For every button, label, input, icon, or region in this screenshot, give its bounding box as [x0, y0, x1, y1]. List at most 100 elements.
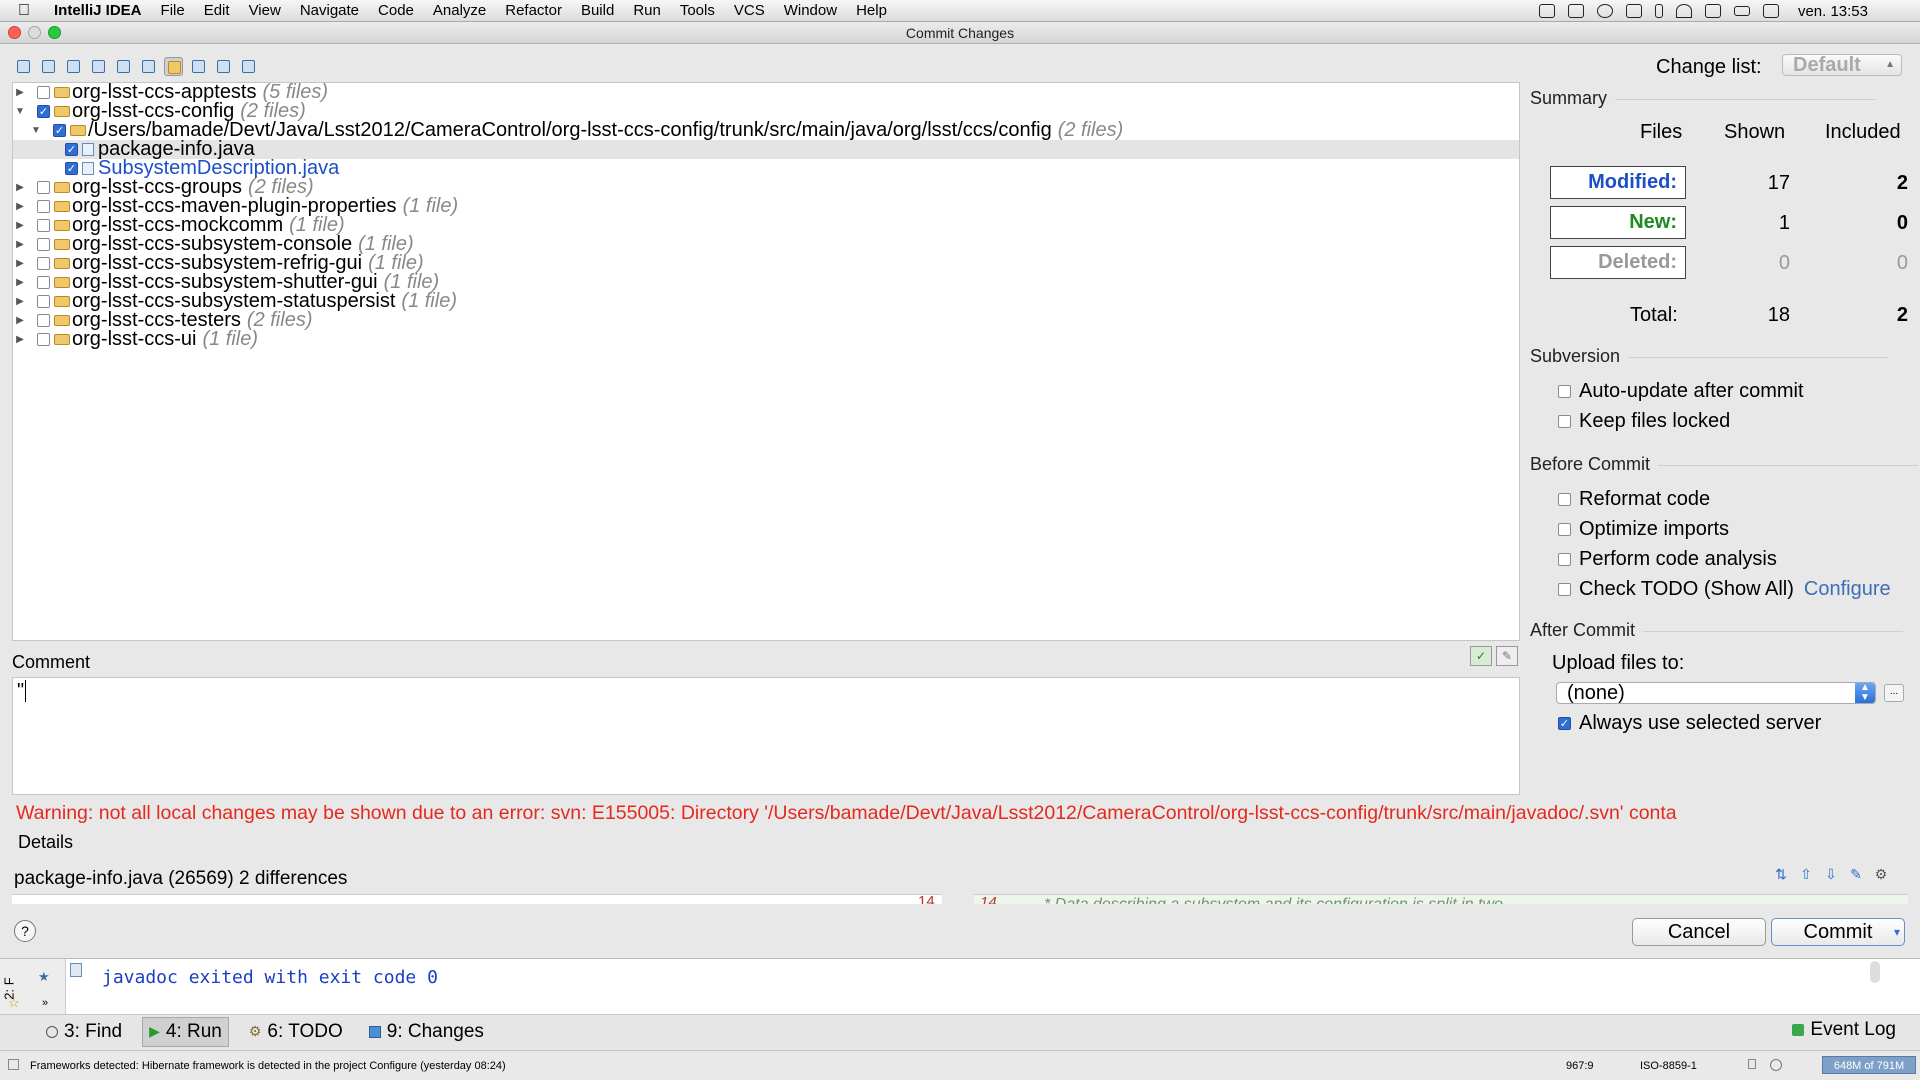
todo-option[interactable]: Check TODO (Show All) Configure	[1558, 578, 1891, 601]
expand-arrow-icon[interactable]: ▶	[15, 87, 25, 98]
keep-locked-option[interactable]: Keep files locked	[1558, 410, 1730, 433]
new-button[interactable]: New:	[1550, 206, 1686, 239]
row-checkbox[interactable]	[37, 238, 50, 251]
menu-vcs[interactable]: VCS	[734, 2, 765, 19]
keep-locked-checkbox[interactable]	[1558, 415, 1571, 428]
expand-arrow-icon[interactable]: ▶	[15, 315, 25, 326]
commit-message-input[interactable]: "	[12, 677, 1520, 795]
keyboard-icon[interactable]	[1762, 4, 1779, 18]
menu-app-name[interactable]: IntelliJ IDEA	[54, 2, 142, 19]
pin-icon[interactable]: ★	[38, 969, 50, 985]
row-checkbox[interactable]	[37, 314, 50, 327]
app-status-icon[interactable]	[1567, 4, 1584, 18]
menu-run[interactable]: Run	[633, 2, 661, 19]
zoom-window-button[interactable]	[48, 26, 61, 39]
commit-message-history-icon[interactable]: ✓	[1470, 646, 1492, 666]
minimize-window-button[interactable]	[28, 26, 41, 39]
expand-arrow-icon[interactable]: ▶	[15, 220, 25, 231]
wifi-icon[interactable]	[1675, 4, 1692, 18]
reformat-checkbox[interactable]	[1558, 493, 1571, 506]
menu-view[interactable]: View	[249, 2, 281, 19]
menu-refactor[interactable]: Refactor	[505, 2, 562, 19]
row-checkbox[interactable]	[37, 295, 50, 308]
row-checkbox[interactable]: ✓	[53, 124, 66, 137]
find-tool-window-tab[interactable]: 3: Find	[40, 1018, 128, 1046]
collapse-arrow-icon[interactable]: ▼	[31, 125, 41, 136]
always-use-option[interactable]: ✓ Always use selected server	[1558, 712, 1821, 735]
tree-row[interactable]: ▶ org-lsst-ccs-apptests (5 files)	[13, 81, 1519, 103]
diff-left-pane[interactable]: 14	[12, 894, 942, 904]
diff-right-pane[interactable]: 14 * Data describing a subsystem and its …	[974, 894, 1908, 904]
edit-source-icon[interactable]: ✎	[1847, 866, 1865, 884]
always-use-checkbox[interactable]: ✓	[1558, 717, 1571, 730]
expand-arrow-icon[interactable]: ▶	[15, 182, 25, 193]
expand-arrow-icon[interactable]: ▶	[15, 277, 25, 288]
caret-position[interactable]: 967:9	[1566, 1060, 1594, 1072]
run-tool-window-tab[interactable]: ▶ 4: Run	[142, 1016, 229, 1047]
changes-tree[interactable]: ▶ org-lsst-ccs-apptests (5 files) ▼ ✓ or…	[12, 81, 1520, 641]
row-checkbox[interactable]	[37, 276, 50, 289]
menu-navigate[interactable]: Navigate	[300, 2, 359, 19]
move-to-changelist-icon[interactable]	[89, 57, 108, 76]
menu-file[interactable]: File	[161, 2, 185, 19]
show-diff-icon[interactable]	[14, 57, 33, 76]
changelist-select[interactable]: Default ▲	[1782, 54, 1902, 76]
expand-arrow-icon[interactable]: ▶	[15, 201, 25, 212]
modified-button[interactable]: Modified:	[1550, 166, 1686, 199]
run-scrollbar[interactable]	[1870, 961, 1880, 983]
row-checkbox[interactable]	[37, 257, 50, 270]
menu-code[interactable]: Code	[378, 2, 414, 19]
row-checkbox[interactable]	[37, 86, 50, 99]
expand-arrow-icon[interactable]: ▶	[15, 239, 25, 250]
menu-window[interactable]: Window	[784, 2, 837, 19]
more-icon[interactable]: »	[42, 997, 48, 1009]
details-toggle[interactable]: Details	[18, 832, 73, 853]
diff-viewer[interactable]: 14 14 * Data describing a subsystem and i…	[12, 894, 1908, 904]
collapse-arrow-icon[interactable]: ▼	[15, 106, 25, 117]
dropbox-icon[interactable]	[1538, 4, 1555, 18]
next-diff-icon[interactable]: ⇩	[1822, 866, 1840, 884]
row-checkbox[interactable]	[37, 200, 50, 213]
commit-button[interactable]: Commit ▾	[1771, 918, 1905, 946]
menu-analyze[interactable]: Analyze	[433, 2, 486, 19]
analysis-checkbox[interactable]	[1558, 553, 1571, 566]
tree-row[interactable]: ▶ org-lsst-ccs-ui (1 file)	[13, 328, 1519, 350]
expand-arrow-icon[interactable]: ▶	[15, 334, 25, 345]
browse-server-button[interactable]: ...	[1884, 684, 1904, 702]
row-checkbox[interactable]	[37, 333, 50, 346]
group-by-directory-icon[interactable]	[164, 56, 183, 76]
time-machine-icon[interactable]	[1596, 4, 1613, 18]
memory-indicator[interactable]: 648M of 791M	[1822, 1056, 1916, 1074]
volume-icon[interactable]	[1704, 4, 1721, 18]
close-window-button[interactable]	[8, 26, 21, 39]
row-checkbox[interactable]: ✓	[65, 162, 78, 175]
row-checkbox[interactable]: ✓	[37, 105, 50, 118]
deleted-button[interactable]: Deleted:	[1550, 246, 1686, 279]
status-toggle-icon[interactable]	[8, 1059, 19, 1070]
settings-gear-icon[interactable]: ⚙	[1872, 866, 1890, 884]
expand-all-icon[interactable]	[189, 57, 208, 76]
reformat-option[interactable]: Reformat code	[1558, 488, 1710, 511]
todo-checkbox[interactable]	[1558, 583, 1571, 596]
menu-tools[interactable]: Tools	[680, 2, 715, 19]
select-all-icon[interactable]	[239, 57, 258, 76]
auto-update-checkbox[interactable]	[1558, 385, 1571, 398]
cancel-button[interactable]: Cancel	[1632, 918, 1766, 946]
menu-build[interactable]: Build	[581, 2, 614, 19]
bluetooth-icon[interactable]	[1654, 4, 1663, 18]
expand-arrow-icon[interactable]: ▶	[15, 296, 25, 307]
row-checkbox[interactable]	[37, 219, 50, 232]
inspector-icon[interactable]	[1770, 1059, 1782, 1071]
diff-expand-icon[interactable]: ⇅	[1772, 866, 1790, 884]
collapse-all-icon[interactable]	[214, 57, 233, 76]
chevron-down-icon[interactable]: ▾	[1894, 919, 1900, 945]
status-message[interactable]: Frameworks detected: Hibernate framework…	[30, 1060, 506, 1072]
menu-clock[interactable]: ven. 13:53	[1798, 3, 1868, 20]
optimize-checkbox[interactable]	[1558, 523, 1571, 536]
rollback-icon[interactable]	[64, 57, 83, 76]
refresh-icon[interactable]	[39, 57, 58, 76]
analysis-option[interactable]: Perform code analysis	[1558, 548, 1777, 571]
edit-source-icon[interactable]	[114, 57, 133, 76]
previous-diff-icon[interactable]: ⇧	[1797, 866, 1815, 884]
menu-edit[interactable]: Edit	[204, 2, 230, 19]
